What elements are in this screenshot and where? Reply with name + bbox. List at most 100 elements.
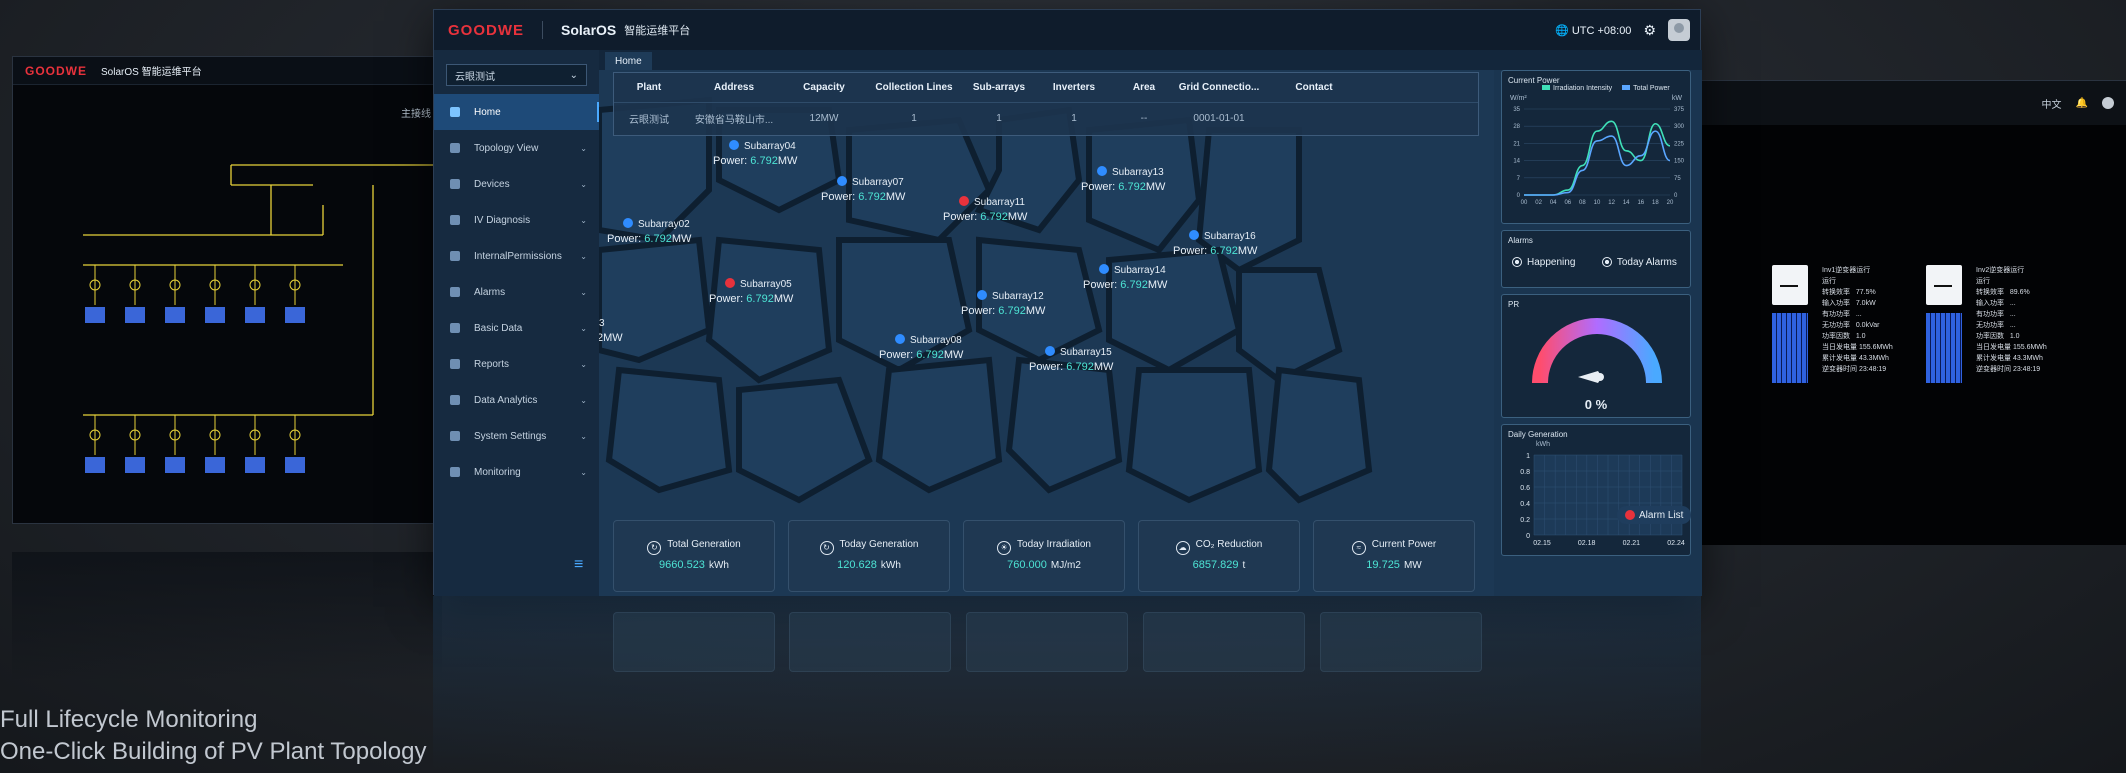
x-tick-label: 12 bbox=[1608, 200, 1615, 206]
stat-unit: kWh bbox=[880, 560, 901, 571]
x-tick-label: 10 bbox=[1594, 200, 1601, 206]
daily-generation-unit: kWh bbox=[1536, 441, 1550, 448]
chevron-down-icon: ⌄ bbox=[569, 69, 578, 81]
subarray-marker[interactable]: Subarray12 Power: 6.792MW bbox=[961, 290, 1046, 317]
subarray-marker[interactable]: Subarray05 Power: 6.792MW bbox=[709, 278, 793, 305]
x-tick-label: 02 bbox=[1535, 200, 1542, 206]
subarray-power-value: 6.792 bbox=[1120, 279, 1148, 291]
stat-value-row: 9660.523 kWh bbox=[614, 559, 774, 571]
y2-tick-label: 0 bbox=[1674, 193, 1678, 199]
subarray-power-label: Power: bbox=[709, 293, 747, 305]
radio-today-alarms[interactable]: Today Alarms bbox=[1602, 257, 1677, 268]
subarray-power-value: 6.792 bbox=[1118, 181, 1146, 193]
sidebar-item-reports[interactable]: Reports ⌄ bbox=[434, 346, 599, 382]
subarray-status-dot bbox=[1097, 166, 1107, 176]
stat-card[interactable]: ≈ Current Power 19.725 MW bbox=[1313, 520, 1475, 592]
sidebar-item-basic-data[interactable]: Basic Data ⌄ bbox=[434, 310, 599, 346]
stat-title: Today Irradiation bbox=[1017, 539, 1091, 550]
sidebar-item-system-settings[interactable]: System Settings ⌄ bbox=[434, 418, 599, 454]
subarray-marker[interactable]: Subarray11 Power: 6.792MW bbox=[943, 196, 1027, 223]
table-cell: 安徽省马鞍山市... bbox=[694, 114, 774, 126]
today-generation-icon: ↻ bbox=[819, 541, 834, 555]
subarray-marker[interactable]: Subarray15 Power: 6.792MW bbox=[1029, 346, 1113, 373]
alarm-list-button[interactable]: Alarm List bbox=[1617, 506, 1692, 524]
subarray-marker[interactable]: Subarray02 Power: 6.792MW bbox=[607, 218, 691, 245]
stat-unit: MW bbox=[1403, 560, 1422, 571]
pr-widget: PR 0 % bbox=[1501, 294, 1691, 418]
alarm-options: Happening Today Alarms bbox=[1502, 254, 1690, 272]
inverter-icon bbox=[1926, 265, 1962, 305]
subarray-marker[interactable]: Subarray08 Power: 6.792MW bbox=[879, 334, 963, 361]
subarray-marker[interactable]: Subarray14 Power: 6.792MW bbox=[1083, 264, 1168, 291]
topology-preview-title: SolarOS 智能运维平台 bbox=[101, 67, 202, 78]
subarray-power: Power: 6.792MW bbox=[709, 293, 793, 305]
subarray-partial-label[interactable]: 3 2MW bbox=[599, 318, 623, 344]
subarray-status-dot bbox=[623, 218, 633, 228]
subarray-power-label: Power: bbox=[961, 305, 999, 317]
legend-total-power-swatch bbox=[1622, 85, 1631, 90]
subarray-power-unit: MW bbox=[1147, 279, 1168, 291]
x-tick-label: 02.24 bbox=[1667, 540, 1685, 547]
gear-icon[interactable]: ⚙ bbox=[1643, 22, 1656, 39]
sidebar-item-iv-diagnosis[interactable]: IV Diagnosis ⌄ bbox=[434, 202, 599, 238]
language-switch[interactable]: 中文 bbox=[2042, 96, 2062, 111]
nav-icon bbox=[450, 323, 460, 333]
stat-card[interactable]: ↻ Total Generation 9660.523 kWh bbox=[613, 520, 775, 592]
stat-title-row: ↻ Total Generation bbox=[614, 539, 774, 555]
irradiation-icon: ☀ bbox=[997, 541, 1012, 555]
timezone-label: UTC +08:00 bbox=[1571, 24, 1632, 37]
topology-preview-header: GOODWE SolarOS 智能运维平台 bbox=[13, 57, 441, 85]
subarray-marker[interactable]: Subarray07 Power: 6.792MW bbox=[821, 176, 905, 203]
subarray-status-dot bbox=[725, 278, 735, 288]
current-power-chart: 0 07 7514 15021 22528 30035 37500 02 04 06 08 10 12 1… bbox=[1513, 107, 1685, 206]
sidebar-item-internalpermissions[interactable]: InternalPermissions ⌄ bbox=[434, 238, 599, 274]
table-cell: 1 bbox=[911, 112, 917, 124]
plant-select[interactable]: 云眼测试 ⌄ bbox=[446, 64, 587, 86]
sidebar-item-label: IV Diagnosis bbox=[474, 214, 531, 226]
subarray-power-label: Power: bbox=[1083, 279, 1121, 291]
sidebar-item-topology-view[interactable]: Topology View ⌄ bbox=[434, 130, 599, 166]
stat-card[interactable]: ☁ CO₂ Reduction 6857.829 t bbox=[1138, 520, 1300, 592]
series-line-total-power bbox=[1524, 130, 1671, 196]
current-power-left-unit: W/m² bbox=[1510, 95, 1527, 102]
bell-icon[interactable]: 🔔 bbox=[2076, 98, 2088, 109]
device-detail-panel: 中文 🔔 Inv1逆变器运行 运行 转换效率 77.5% 输入功率 7.0kW … bbox=[1694, 80, 2126, 545]
y2-tick-label: 150 bbox=[1674, 159, 1685, 165]
timezone-selector[interactable]: 🌐 UTC +08:00 bbox=[1555, 24, 1631, 37]
y2-tick-label: 75 bbox=[1674, 176, 1681, 182]
avatar[interactable] bbox=[1668, 19, 1690, 41]
table-row[interactable]: 云眼测试 安徽省马鞍山市... 12MW 1 1 1 -- 0001-01-01 bbox=[614, 103, 1478, 133]
y-tick-label: 1 bbox=[1526, 453, 1530, 460]
topology-preview-panel: GOODWE SolarOS 智能运维平台 主接线 bbox=[12, 56, 442, 524]
sidebar-item-data-analytics[interactable]: Data Analytics ⌄ bbox=[434, 382, 599, 418]
subarray-power: Power: 6.792MW bbox=[713, 155, 797, 167]
radio-happening[interactable]: Happening bbox=[1512, 257, 1575, 268]
sidebar-item-alarms[interactable]: Alarms ⌄ bbox=[434, 274, 599, 310]
sidebar-item-label: Topology View bbox=[474, 142, 539, 154]
current-power-icon: ≈ bbox=[1351, 541, 1366, 555]
tab-home[interactable]: Home bbox=[605, 52, 652, 70]
pv-array-icon bbox=[125, 307, 145, 323]
subarray-power-label: Power: bbox=[607, 233, 645, 245]
plant-map[interactable]: Subarray04 Power: 6.792MW Subarray07 Power:… bbox=[599, 70, 1494, 596]
subarray-status-dot bbox=[1045, 346, 1055, 356]
user-icon[interactable] bbox=[2102, 97, 2114, 109]
pr-value: 0 % bbox=[1584, 397, 1608, 412]
subarray-power-value: 6.792 bbox=[746, 293, 774, 305]
topology-preview-logo: GOODWE bbox=[25, 63, 87, 78]
sidebar-item-monitoring[interactable]: Monitoring ⌄ bbox=[434, 454, 599, 490]
subarray-power-unit: MW bbox=[1025, 305, 1046, 317]
subarray-marker[interactable]: Subarray16 Power: 6.792MW bbox=[1173, 230, 1257, 257]
subarray-marker[interactable]: Subarray13 Power: 6.792MW bbox=[1081, 166, 1165, 193]
top-bar: GOODWE SolarOS 智能运维平台 🌐 UTC +08:00 ⚙ bbox=[434, 10, 1700, 50]
y2-tick-label: 375 bbox=[1674, 107, 1685, 113]
sidebar-item-label: Reports bbox=[474, 358, 510, 370]
current-power-legend: Irradiation Intensity Total Power bbox=[1542, 85, 1670, 92]
sidebar-item-home[interactable]: Home bbox=[434, 94, 599, 130]
sidebar-item-devices[interactable]: Devices ⌄ bbox=[434, 166, 599, 202]
collapse-menu-icon[interactable]: ≡ bbox=[574, 556, 583, 574]
stat-card[interactable]: ↻ Today Generation 120.628 kWh bbox=[788, 520, 950, 592]
subarray-marker[interactable]: Subarray04 Power: 6.792MW bbox=[713, 140, 797, 167]
stat-card[interactable]: ☀ Today Irradiation 760.000 MJ/m2 bbox=[963, 520, 1125, 592]
chevron-down-icon: ⌄ bbox=[580, 287, 587, 297]
